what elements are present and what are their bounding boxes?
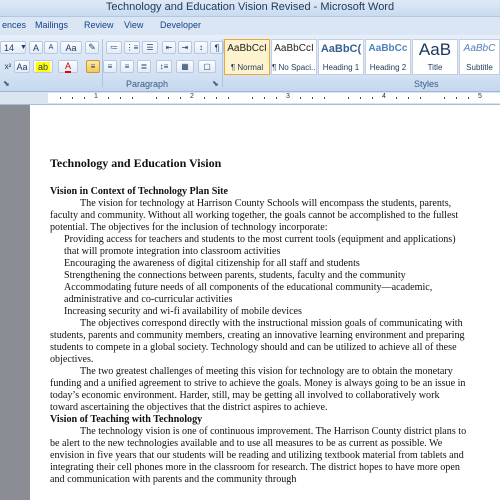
ruler-number: 5 bbox=[478, 93, 482, 100]
document-area[interactable]: Technology and Education Vision Vision i… bbox=[0, 105, 500, 500]
tab-references[interactable]: ences bbox=[2, 20, 26, 30]
window-title: Technology and Education Vision Revised … bbox=[105, 1, 395, 13]
decrease-indent-icon[interactable]: ⇤ bbox=[162, 41, 176, 54]
ruler-number: 4 bbox=[382, 93, 386, 100]
shading-icon[interactable]: ▦ bbox=[176, 60, 194, 73]
ribbon: 14 ▼ A A Aa ✎ x² Aa ab A ≔ ⋮≡ ☰ ⇤ ⇥ ↕ ¶ ≡… bbox=[0, 35, 500, 92]
document-title: Technology and Education Vision bbox=[50, 156, 222, 170]
change-case-small-button[interactable]: Aa bbox=[14, 60, 30, 73]
paragraph: The technology vision is one of continuo… bbox=[50, 426, 467, 485]
style-heading-1[interactable]: AaBbC( Heading 1 bbox=[318, 39, 364, 75]
tab-view[interactable]: View bbox=[124, 20, 143, 30]
line-spacing-icon[interactable]: ↕≡ bbox=[156, 60, 172, 73]
section-heading: Vision in Context of Technology Plan Sit… bbox=[50, 186, 228, 197]
styles-group-label: Styles bbox=[414, 79, 439, 89]
bullet-list: Providing access for teachers and studen… bbox=[50, 234, 470, 318]
tab-review[interactable]: Review bbox=[84, 20, 114, 30]
horizontal-ruler[interactable]: 1 2 3 4 5 bbox=[0, 92, 500, 105]
font-color-icon[interactable]: A bbox=[58, 60, 78, 73]
list-item: Providing access for teachers and studen… bbox=[64, 234, 456, 257]
tab-mailings[interactable]: Mailings bbox=[35, 20, 68, 30]
align-center-icon[interactable]: ≡ bbox=[103, 60, 117, 73]
shrink-font-button[interactable]: A bbox=[44, 41, 58, 54]
ruler-number: 1 bbox=[94, 93, 98, 100]
title-bar: Technology and Education Vision Revised … bbox=[0, 0, 500, 17]
align-left-icon[interactable]: ≡ bbox=[86, 60, 100, 73]
list-item: Accommodating future needs of all compon… bbox=[64, 282, 433, 305]
multilevel-list-icon[interactable]: ☰ bbox=[142, 41, 158, 54]
style-subtitle[interactable]: AaBbC Subtitle bbox=[459, 39, 500, 75]
tab-developer[interactable]: Developer bbox=[160, 20, 201, 30]
document-body[interactable]: Technology and Education Vision Vision i… bbox=[50, 157, 470, 486]
font-dialog-launcher-icon[interactable]: ⬊ bbox=[3, 79, 10, 88]
list-item: Encouraging the awareness of digital cit… bbox=[64, 258, 360, 269]
ribbon-separator bbox=[222, 39, 223, 87]
clear-formatting-icon[interactable]: ✎ bbox=[85, 41, 99, 54]
justify-icon[interactable]: ≣ bbox=[137, 60, 151, 73]
sort-icon[interactable]: ↕ bbox=[194, 41, 208, 54]
increase-indent-icon[interactable]: ⇥ bbox=[178, 41, 192, 54]
section-heading: Vision of Teaching with Technology bbox=[50, 414, 203, 425]
document-page[interactable]: Technology and Education Vision Vision i… bbox=[30, 105, 500, 500]
paragraph: The vision for technology at Harrison Co… bbox=[50, 198, 459, 233]
paragraph: The two greatest challenges of meeting t… bbox=[50, 366, 466, 413]
paragraph-group-label: Paragraph bbox=[126, 79, 169, 89]
change-case-button[interactable]: Aa bbox=[60, 41, 82, 54]
superscript-icon[interactable]: x² bbox=[4, 60, 12, 73]
style-title[interactable]: AaB Title bbox=[412, 39, 458, 75]
ribbon-tabs: ences Mailings Review View Developer bbox=[0, 17, 500, 35]
ruler-text-area bbox=[48, 93, 500, 103]
list-item: Strengthening the connections between pa… bbox=[64, 270, 406, 281]
borders-icon[interactable]: ▢ bbox=[198, 60, 216, 73]
ruler-number: 3 bbox=[286, 93, 290, 100]
grow-font-button[interactable]: A bbox=[29, 41, 43, 54]
align-right-icon[interactable]: ≡ bbox=[120, 60, 134, 73]
ruler-number: 2 bbox=[190, 93, 194, 100]
list-item: Increasing security and wi-fi availabili… bbox=[64, 306, 302, 317]
style-normal[interactable]: AaBbCcI ¶ Normal bbox=[224, 39, 270, 75]
numbering-icon[interactable]: ⋮≡ bbox=[124, 41, 140, 54]
style-heading-2[interactable]: AaBbCc Heading 2 bbox=[365, 39, 411, 75]
highlight-color-icon[interactable]: ab bbox=[33, 60, 53, 73]
font-size-box[interactable]: 14 ▼ bbox=[0, 41, 27, 54]
paragraph-dialog-launcher-icon[interactable]: ⬊ bbox=[212, 79, 219, 88]
bullets-icon[interactable]: ≔ bbox=[106, 41, 122, 54]
style-no-spacing[interactable]: AaBbCcI ¶ No Spaci... bbox=[271, 39, 317, 75]
paragraph: The objectives correspond directly with … bbox=[50, 318, 465, 365]
